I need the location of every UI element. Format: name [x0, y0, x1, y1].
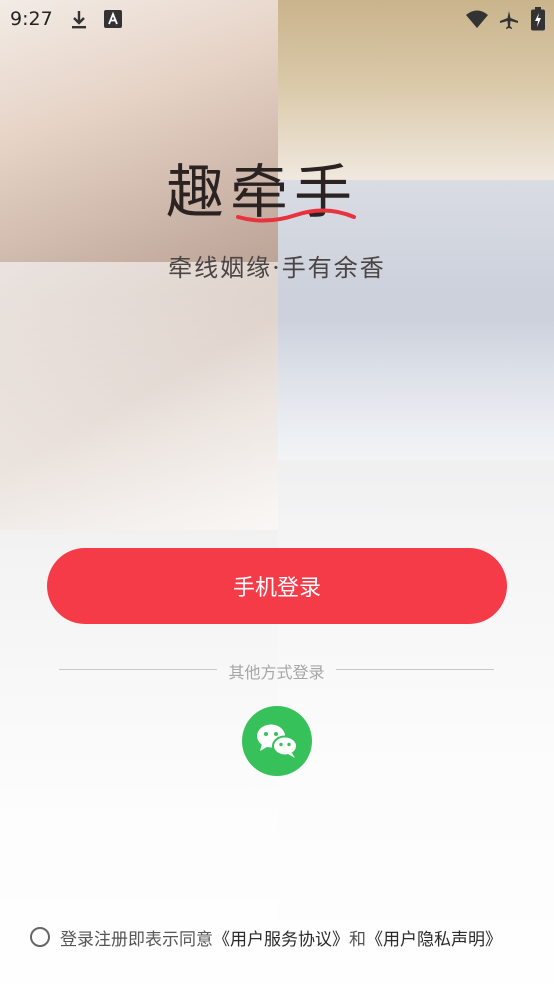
wifi-icon [465, 9, 489, 33]
app-logo: 趣牵手 [166, 145, 402, 231]
agreement-conjunction: 和 [349, 929, 366, 950]
status-bar: 9:27 [0, 0, 554, 38]
wechat-icon [257, 724, 298, 758]
divider-right [336, 669, 494, 670]
battery-charging-icon [531, 7, 545, 35]
phone-login-label: 手机登录 [232, 576, 321, 601]
terms-link[interactable]: 《用户服务协议》 [213, 925, 349, 950]
status-time: 9:27 [10, 8, 53, 30]
other-login-methods-label: 其他方式登录 [228, 663, 325, 682]
wechat-login-button[interactable] [242, 706, 312, 776]
download-icon [70, 10, 88, 34]
divider-left [59, 669, 217, 670]
app-slogan: 牵线姻缘·手有余香 [168, 254, 386, 282]
phone-login-button[interactable]: 手机登录 [47, 548, 507, 624]
agreement-radio[interactable] [30, 927, 50, 947]
agreement-row: 登录注册即表示同意 《用户服务协议》 和 《用户隐私声明》 [30, 925, 502, 950]
logo-swoosh [236, 208, 356, 223]
agreement-prefix: 登录注册即表示同意 [60, 929, 213, 950]
privacy-link[interactable]: 《用户隐私声明》 [366, 925, 502, 950]
airplane-icon [499, 10, 519, 34]
text-a-icon [104, 10, 122, 32]
